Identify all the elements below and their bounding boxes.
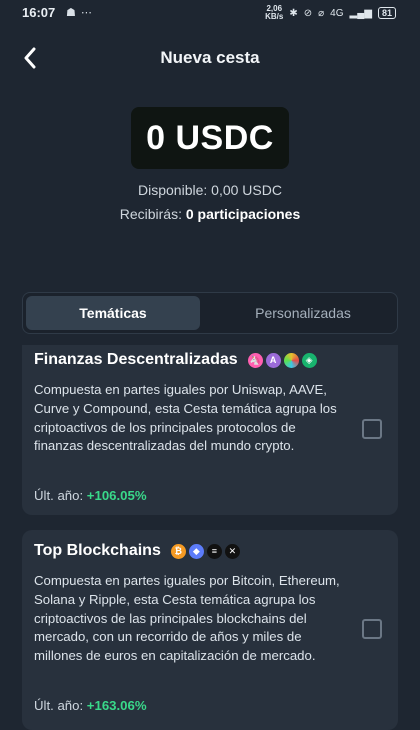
notification-icons: ☗ ⋯ (66, 7, 93, 19)
select-checkbox[interactable] (362, 619, 382, 639)
receive-value: 0 participaciones (185, 206, 301, 222)
return-value: +163.06% (86, 698, 147, 713)
return-value: +106.05% (86, 488, 147, 503)
header: Nueva cesta (0, 40, 420, 76)
coin-icons: 🦄 A ◈ (247, 352, 317, 368)
bluetooth-icon: ✱ (289, 7, 298, 19)
tab-tematicas[interactable]: Temáticas (26, 296, 200, 330)
battery-icon: 81 (377, 7, 396, 19)
basket-description: Compuesta en partes iguales por Bitcoin,… (34, 573, 340, 664)
compound-icon: ◈ (301, 352, 317, 368)
network-type: 4G (330, 7, 344, 19)
basket-return: Últ. año: +106.05% (34, 488, 147, 503)
receive-info: Recibirás: 0 participaciones (119, 206, 301, 222)
tab-switcher: Temáticas Personalizadas (22, 292, 398, 334)
page-title: Nueva cesta (160, 48, 260, 67)
basket-description: Compuesta en partes iguales por Uniswap,… (34, 382, 337, 454)
basket-return: Últ. año: +163.06% (34, 698, 147, 713)
basket-title: Finanzas Descentralizadas 🦄 A ◈ (34, 351, 317, 369)
amount-display[interactable]: 0 USDC (131, 107, 289, 169)
basket-card[interactable]: Finanzas Descentralizadas 🦄 A ◈ Compuest… (22, 345, 398, 515)
available-value: 0,00 USDC (211, 182, 282, 198)
curve-icon (283, 352, 299, 368)
status-right-icons: 2,06 KB/s ✱ ⊘ ⌀ 4G ▂▄▆ 81 (265, 5, 396, 21)
aave-icon: A (265, 352, 281, 368)
coin-icons: ₿ ◆ ≡ ✕ (170, 543, 240, 559)
link-icon: ⊘ (303, 7, 313, 19)
basket-card[interactable]: Top Blockchains ₿ ◆ ≡ ✕ Compuesta en par… (22, 530, 398, 730)
tab-personalizadas[interactable]: Personalizadas (213, 296, 393, 330)
solana-icon: ≡ (206, 543, 222, 559)
bitcoin-icon: ₿ (170, 543, 186, 559)
ethereum-icon: ◆ (188, 543, 204, 559)
available-balance: Disponible: 0,00 USDC (138, 182, 282, 198)
select-checkbox[interactable] (362, 419, 382, 439)
status-bar: 16:07 ☗ ⋯ 2,06 KB/s ✱ ⊘ ⌀ 4G ▂▄▆ 81 (0, 0, 420, 26)
signal-icon: ▂▄▆ (349, 7, 372, 19)
basket-title: Top Blockchains ₿ ◆ ≡ ✕ (34, 542, 240, 560)
status-time: 16:07 (22, 5, 56, 20)
network-speed: 2,06 KB/s (265, 4, 284, 21)
wifi-off-icon: ⌀ (318, 7, 325, 19)
xrp-icon: ✕ (224, 543, 240, 559)
uniswap-icon: 🦄 (247, 352, 263, 368)
